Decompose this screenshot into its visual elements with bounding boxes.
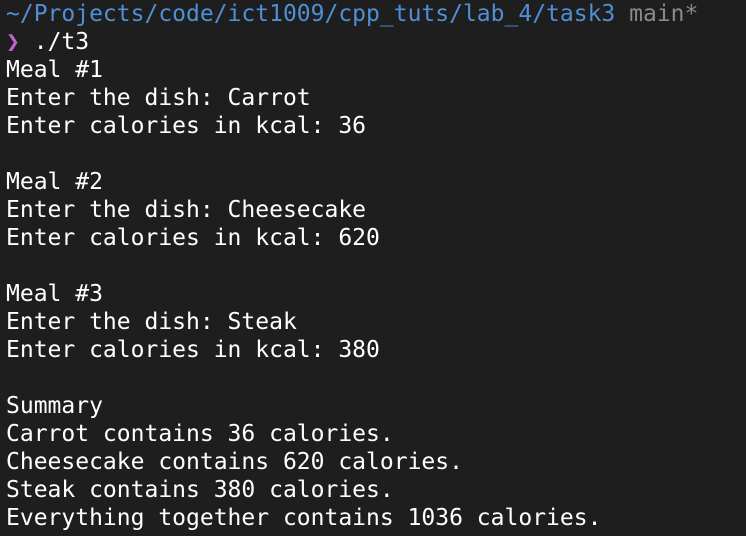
summary-line: Carrot contains 36 calories. — [6, 421, 394, 447]
dish-input-line: Enter the dish: Carrot — [6, 85, 311, 111]
meal-header: Meal #1 — [6, 57, 103, 83]
git-branch: main* — [629, 1, 699, 27]
calories-input-line: Enter calories in kcal: 36 — [6, 113, 367, 139]
prompt-line: ~/Projects/code/ict1009/cpp_tuts/lab_4/t… — [6, 0, 746, 28]
prompt-chevron-icon: ❯ — [6, 29, 20, 55]
meal-header: Meal #3 — [6, 281, 103, 307]
meal-header: Meal #2 — [6, 169, 103, 195]
summary-line: Steak contains 380 calories. — [6, 477, 394, 503]
summary-line: Cheesecake contains 620 calories. — [6, 449, 463, 475]
command-text: ./t3 — [33, 29, 90, 55]
calories-input-line: Enter calories in kcal: 620 — [6, 225, 380, 251]
summary-header: Summary — [6, 393, 103, 419]
terminal-window[interactable]: ~/Projects/code/ict1009/cpp_tuts/lab_4/t… — [0, 0, 746, 536]
command-line: ❯ ./t3 — [6, 28, 746, 56]
summary-total-line: Everything together contains 1036 calori… — [6, 505, 602, 531]
dish-input-line: Enter the dish: Steak — [6, 309, 297, 335]
prompt-path: ~/Projects/code/ict1009/cpp_tuts/lab_4/t… — [6, 1, 616, 27]
calories-input-line: Enter calories in kcal: 380 — [6, 337, 380, 363]
dish-input-line: Enter the dish: Cheesecake — [6, 197, 367, 223]
